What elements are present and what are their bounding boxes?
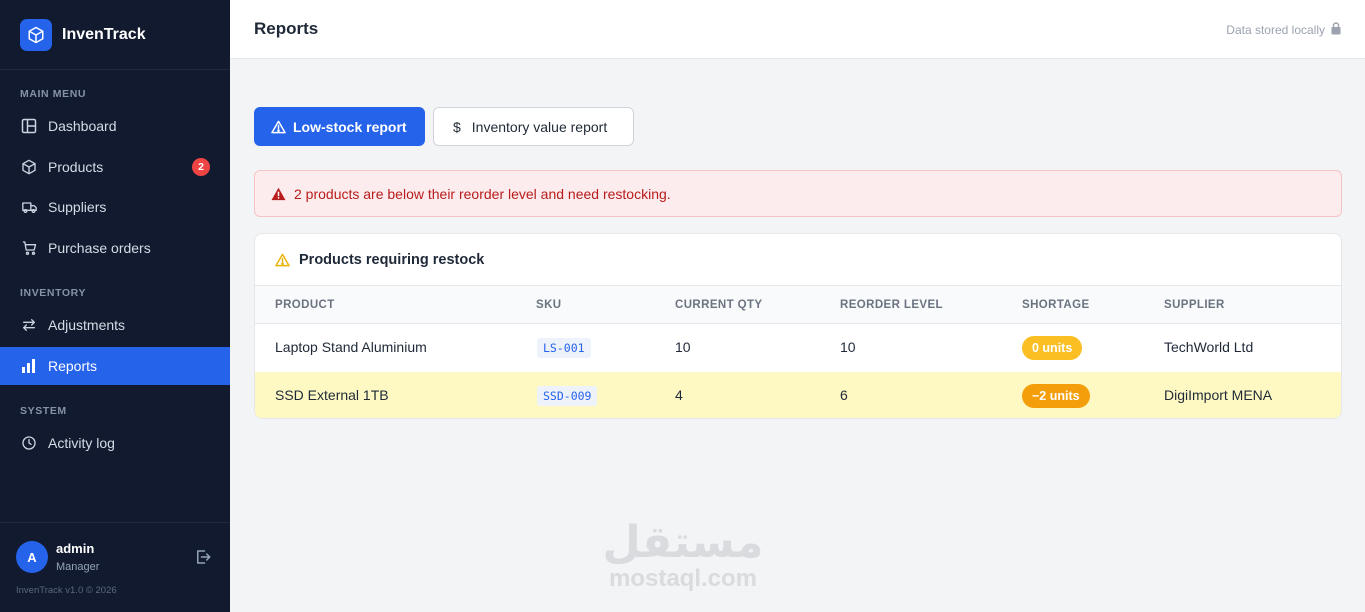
sidebar: InvenTrack MAIN MENU Dashboard Products … bbox=[0, 0, 230, 612]
dashboard-icon bbox=[20, 117, 38, 135]
column-header-supplier[interactable]: SUPPLIER bbox=[1164, 299, 1225, 311]
inventory-value-report-label: Inventory value report bbox=[471, 118, 608, 135]
watermark-arabic: مستقل bbox=[602, 517, 764, 568]
inventory-value-report-button[interactable]: $ Inventory value report bbox=[433, 107, 634, 146]
storage-status-label: Data stored locally bbox=[1226, 23, 1325, 37]
warning-icon bbox=[271, 120, 286, 134]
column-header-current-qty[interactable]: CURRENT QTY bbox=[675, 299, 762, 311]
sidebar-item-products[interactable]: Products 2 bbox=[0, 148, 230, 186]
products-count-badge: 2 bbox=[192, 158, 210, 176]
storage-status: Data stored locally bbox=[1226, 22, 1341, 38]
clock-icon bbox=[20, 434, 38, 452]
lock-icon bbox=[1331, 22, 1341, 38]
user-panel: A admin Manager InvenTrack v1.0 © 2026 bbox=[0, 522, 230, 612]
sidebar-item-label: Activity log bbox=[48, 435, 115, 451]
app-version: InvenTrack v1.0 © 2026 bbox=[16, 585, 117, 596]
cube-logo-icon bbox=[20, 18, 52, 51]
section-label-main-menu: MAIN MENU bbox=[20, 88, 87, 100]
arrows-icon bbox=[20, 316, 38, 334]
table-row[interactable]: SSD External 1TB SSD-009 4 6 −2 units Di… bbox=[255, 372, 1341, 418]
table-row[interactable]: Laptop Stand Aluminium LS-001 10 10 0 un… bbox=[255, 324, 1341, 372]
sidebar-item-label: Reports bbox=[48, 358, 98, 374]
sidebar-item-activity-log[interactable]: Activity log bbox=[0, 424, 230, 462]
sidebar-item-label: Suppliers bbox=[48, 199, 107, 215]
alert-message: 2 products are below their reorder level… bbox=[294, 185, 671, 202]
sidebar-item-label: Purchase orders bbox=[48, 240, 151, 256]
low-stock-alert: 2 products are below their reorder level… bbox=[254, 170, 1342, 217]
sidebar-item-label: Dashboard bbox=[48, 118, 117, 134]
app-name: InvenTrack bbox=[62, 25, 146, 43]
sidebar-item-reports[interactable]: Reports bbox=[0, 347, 230, 385]
sidebar-item-dashboard[interactable]: Dashboard bbox=[0, 107, 230, 145]
warning-icon bbox=[275, 253, 290, 267]
box-icon bbox=[20, 158, 38, 176]
restock-card: Products requiring restock PRODUCT SKU C… bbox=[254, 233, 1342, 419]
top-bar: Reports Data stored locally bbox=[230, 0, 1365, 59]
sku-code: LS-001 bbox=[537, 338, 591, 358]
sidebar-item-adjustments[interactable]: Adjustments bbox=[0, 306, 230, 344]
page-title: Reports bbox=[254, 19, 319, 38]
low-stock-report-button[interactable]: Low-stock report bbox=[254, 107, 425, 146]
current-qty: 10 bbox=[675, 339, 691, 355]
current-qty: 4 bbox=[675, 387, 683, 403]
bar-chart-icon bbox=[20, 357, 38, 375]
restock-card-title: Products requiring restock bbox=[299, 251, 485, 268]
user-role: Manager bbox=[56, 561, 100, 573]
sidebar-item-purchase-orders[interactable]: Purchase orders bbox=[0, 229, 230, 267]
section-label-system: SYSTEM bbox=[20, 405, 67, 417]
dollar-icon: $ bbox=[453, 118, 461, 135]
truck-icon bbox=[20, 198, 38, 216]
mostaql-watermark: مستقل mostaql.com bbox=[600, 520, 766, 592]
shortage-badge: −2 units bbox=[1022, 384, 1090, 408]
sidebar-item-label: Products bbox=[48, 159, 104, 175]
brand[interactable]: InvenTrack bbox=[0, 0, 230, 70]
section-label-inventory: INVENTORY bbox=[20, 287, 87, 299]
column-header-reorder-level[interactable]: REORDER LEVEL bbox=[840, 299, 943, 311]
restock-card-header: Products requiring restock bbox=[255, 234, 1341, 285]
column-header-shortage[interactable]: SHORTAGE bbox=[1022, 299, 1090, 311]
cart-icon bbox=[20, 239, 38, 257]
reorder-level: 6 bbox=[840, 387, 848, 403]
product-name: Laptop Stand Aluminium bbox=[275, 339, 427, 355]
user-name: admin bbox=[56, 541, 95, 556]
logout-icon[interactable] bbox=[194, 548, 212, 566]
shortage-badge: 0 units bbox=[1022, 336, 1083, 360]
watermark-latin: mostaql.com bbox=[608, 565, 758, 592]
avatar[interactable]: A bbox=[16, 541, 48, 573]
column-header-sku[interactable]: SKU bbox=[536, 299, 561, 311]
reorder-level: 10 bbox=[840, 339, 856, 355]
sidebar-item-label: Adjustments bbox=[48, 317, 126, 333]
supplier-name: DigiImport MENA bbox=[1164, 387, 1273, 403]
product-name: SSD External 1TB bbox=[275, 387, 389, 403]
table-header: PRODUCT SKU CURRENT QTY REORDER LEVEL SH… bbox=[255, 285, 1341, 324]
column-header-product[interactable]: PRODUCT bbox=[275, 299, 335, 311]
low-stock-report-label: Low-stock report bbox=[293, 118, 407, 135]
alert-triangle-icon bbox=[271, 187, 286, 201]
sku-code: SSD-009 bbox=[537, 386, 598, 406]
supplier-name: TechWorld Ltd bbox=[1164, 339, 1254, 355]
sidebar-item-suppliers[interactable]: Suppliers bbox=[0, 188, 230, 226]
